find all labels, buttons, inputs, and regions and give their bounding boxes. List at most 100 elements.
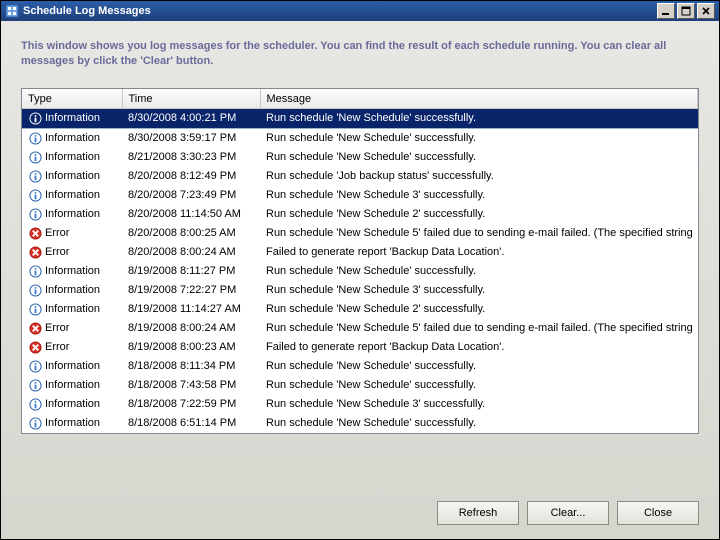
content-area: This window shows you log messages for t… bbox=[1, 21, 719, 489]
log-table: Type Time Message Information 8/30/2008 4… bbox=[22, 89, 698, 433]
column-header-message[interactable]: Message bbox=[260, 89, 698, 109]
row-time: 8/19/2008 8:00:23 AM bbox=[122, 338, 260, 357]
row-message: Run schedule 'New Schedule' successfully… bbox=[260, 414, 698, 433]
schedule-log-window: Schedule Log Messages This window shows … bbox=[0, 0, 720, 540]
row-type-label: Error bbox=[45, 227, 69, 239]
app-icon bbox=[5, 4, 19, 18]
row-message: Run schedule 'New Schedule 3' successful… bbox=[260, 186, 698, 205]
row-type-label: Information bbox=[45, 208, 100, 220]
table-row[interactable]: Information 8/19/2008 8:11:27 PMRun sched… bbox=[22, 262, 698, 281]
table-row[interactable]: Information 8/18/2008 7:22:59 PMRun sched… bbox=[22, 395, 698, 414]
info-icon bbox=[28, 150, 42, 164]
row-type-label: Error bbox=[45, 246, 69, 258]
info-icon bbox=[28, 359, 42, 373]
close-button[interactable] bbox=[697, 3, 715, 19]
row-time: 8/20/2008 8:00:25 AM bbox=[122, 224, 260, 243]
titlebar: Schedule Log Messages bbox=[1, 1, 719, 21]
error-icon bbox=[28, 245, 42, 259]
row-message: Run schedule 'New Schedule 5' failed due… bbox=[260, 224, 698, 243]
table-row[interactable]: Information 8/30/2008 3:59:17 PMRun sched… bbox=[22, 129, 698, 148]
table-row[interactable]: Information 8/21/2008 3:30:23 PMRun sched… bbox=[22, 148, 698, 167]
row-time: 8/19/2008 8:11:27 PM bbox=[122, 262, 260, 281]
info-icon bbox=[28, 169, 42, 183]
row-message: Run schedule 'New Schedule 2' successful… bbox=[260, 300, 698, 319]
row-message: Run schedule 'New Schedule' successfully… bbox=[260, 376, 698, 395]
row-type-label: Information bbox=[45, 151, 100, 163]
row-type-label: Information bbox=[45, 303, 100, 315]
info-icon bbox=[28, 283, 42, 297]
table-row[interactable]: Information 8/18/2008 7:43:58 PMRun sched… bbox=[22, 376, 698, 395]
info-icon bbox=[28, 416, 42, 430]
row-type-label: Information bbox=[45, 398, 100, 410]
error-icon bbox=[28, 340, 42, 354]
row-message: Run schedule 'Job backup status' success… bbox=[260, 167, 698, 186]
row-time: 8/30/2008 4:00:21 PM bbox=[122, 109, 260, 128]
info-icon bbox=[28, 378, 42, 392]
table-row[interactable]: Information 8/20/2008 8:12:49 PMRun sched… bbox=[22, 167, 698, 186]
row-time: 8/20/2008 8:00:24 AM bbox=[122, 243, 260, 262]
row-type-label: Information bbox=[45, 417, 100, 429]
row-time: 8/18/2008 7:43:58 PM bbox=[122, 376, 260, 395]
row-time: 8/20/2008 7:23:49 PM bbox=[122, 186, 260, 205]
button-bar: Refresh Clear... Close bbox=[1, 489, 719, 539]
row-time: 8/19/2008 7:22:27 PM bbox=[122, 281, 260, 300]
row-type-label: Error bbox=[45, 322, 69, 334]
row-time: 8/30/2008 3:59:17 PM bbox=[122, 129, 260, 148]
table-row[interactable]: Information 8/19/2008 7:22:27 PMRun sched… bbox=[22, 281, 698, 300]
table-row[interactable]: Error 8/19/2008 8:00:24 AMRun schedule 'N… bbox=[22, 319, 698, 338]
row-message: Run schedule 'New Schedule' successfully… bbox=[260, 148, 698, 167]
info-icon bbox=[28, 264, 42, 278]
row-type-label: Error bbox=[45, 341, 69, 353]
row-time: 8/19/2008 11:14:27 AM bbox=[122, 300, 260, 319]
row-type-label: Information bbox=[45, 189, 100, 201]
row-type-label: Information bbox=[45, 360, 100, 372]
row-message: Run schedule 'New Schedule 2' successful… bbox=[260, 205, 698, 224]
row-type-label: Information bbox=[45, 265, 100, 277]
column-header-type[interactable]: Type bbox=[22, 89, 122, 109]
log-table-container: Type Time Message Information 8/30/2008 4… bbox=[21, 88, 699, 434]
column-header-time[interactable]: Time bbox=[122, 89, 260, 109]
table-row[interactable]: Information8/18/2008 6:51:14 PMRun sched… bbox=[22, 414, 698, 433]
row-message: Run schedule 'New Schedule' successfully… bbox=[260, 129, 698, 148]
row-message: Failed to generate report 'Backup Data L… bbox=[260, 338, 698, 357]
error-icon bbox=[28, 321, 42, 335]
table-row[interactable]: Error 8/20/2008 8:00:25 AMRun schedule 'N… bbox=[22, 224, 698, 243]
row-message: Run schedule 'New Schedule 3' successful… bbox=[260, 395, 698, 414]
row-type-label: Information bbox=[45, 132, 100, 144]
row-message: Run schedule 'New Schedule' successfully… bbox=[260, 109, 698, 128]
info-icon bbox=[28, 131, 42, 145]
table-row[interactable]: Error 8/19/2008 8:00:23 AMFailed to gener… bbox=[22, 338, 698, 357]
maximize-button[interactable] bbox=[677, 3, 695, 19]
window-title: Schedule Log Messages bbox=[23, 5, 657, 17]
row-time: 8/20/2008 8:12:49 PM bbox=[122, 167, 260, 186]
row-type-label: Information bbox=[45, 379, 100, 391]
row-type-label: Information bbox=[45, 284, 100, 296]
table-row[interactable]: Information 8/18/2008 8:11:34 PMRun sched… bbox=[22, 357, 698, 376]
table-row[interactable]: Information 8/20/2008 11:14:50 AMRun sche… bbox=[22, 205, 698, 224]
table-row[interactable]: Information 8/30/2008 4:00:21 PMRun sched… bbox=[22, 109, 698, 128]
table-row[interactable]: Information 8/19/2008 11:14:27 AMRun sche… bbox=[22, 300, 698, 319]
row-type-label: Information bbox=[45, 112, 100, 124]
table-row[interactable]: Error 8/20/2008 8:00:24 AMFailed to gener… bbox=[22, 243, 698, 262]
row-message: Run schedule 'New Schedule' successfully… bbox=[260, 357, 698, 376]
clear-button[interactable]: Clear... bbox=[527, 501, 609, 525]
info-icon bbox=[28, 111, 42, 125]
row-message: Run schedule 'New Schedule 3' successful… bbox=[260, 281, 698, 300]
info-icon bbox=[28, 397, 42, 411]
close-action-button[interactable]: Close bbox=[617, 501, 699, 525]
info-icon bbox=[28, 302, 42, 316]
row-time: 8/21/2008 3:30:23 PM bbox=[122, 148, 260, 167]
row-time: 8/18/2008 7:22:59 PM bbox=[122, 395, 260, 414]
row-message: Run schedule 'New Schedule' successfully… bbox=[260, 262, 698, 281]
row-time: 8/18/2008 8:11:34 PM bbox=[122, 357, 260, 376]
info-icon bbox=[28, 207, 42, 221]
row-time: 8/19/2008 8:00:24 AM bbox=[122, 319, 260, 338]
table-row[interactable]: Information 8/20/2008 7:23:49 PMRun sched… bbox=[22, 186, 698, 205]
row-time: 8/20/2008 11:14:50 AM bbox=[122, 205, 260, 224]
row-type-label: Information bbox=[45, 170, 100, 182]
minimize-button[interactable] bbox=[657, 3, 675, 19]
row-message: Run schedule 'New Schedule 5' failed due… bbox=[260, 319, 698, 338]
row-message: Failed to generate report 'Backup Data L… bbox=[260, 243, 698, 262]
info-icon bbox=[28, 188, 42, 202]
refresh-button[interactable]: Refresh bbox=[437, 501, 519, 525]
